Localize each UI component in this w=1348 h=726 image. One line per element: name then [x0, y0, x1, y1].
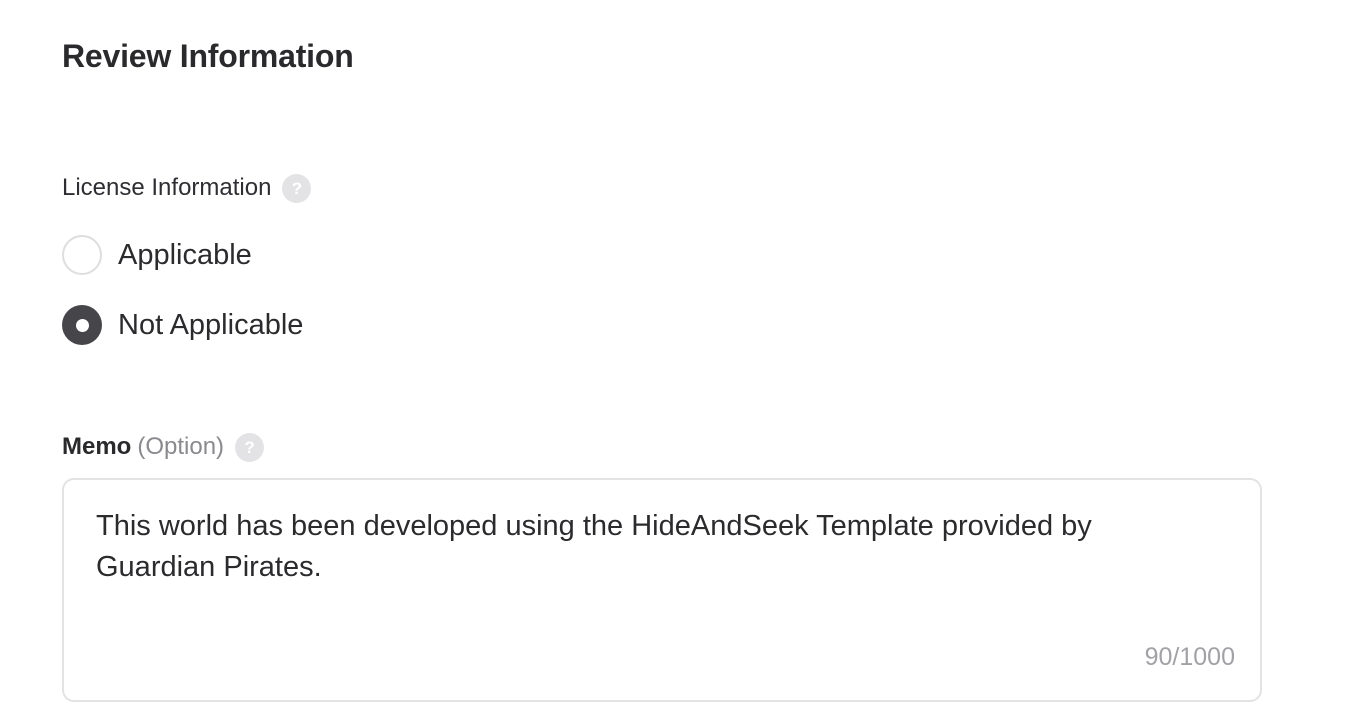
page-title: Review Information	[62, 38, 354, 74]
radio-button-applicable[interactable]	[62, 235, 102, 275]
question-mark-icon[interactable]: ?	[235, 432, 265, 462]
radio-applicable[interactable]: Applicable	[62, 235, 252, 275]
radio-label-not-applicable: Not Applicable	[118, 309, 304, 341]
question-mark-icon[interactable]: ?	[282, 173, 312, 203]
license-information-label: License Information ?	[62, 172, 312, 204]
memo-field[interactable]: This world has been developed using the …	[62, 478, 1262, 702]
memo-label-text: Memo	[62, 433, 132, 460]
radio-button-not-applicable[interactable]	[62, 305, 102, 345]
memo-label: Memo (Option) ?	[62, 431, 265, 463]
radio-not-applicable[interactable]: Not Applicable	[62, 305, 303, 345]
memo-optional-label: (Option)	[137, 433, 225, 460]
character-counter: 90/1000	[1144, 643, 1235, 671]
radio-label-applicable: Applicable	[118, 239, 252, 271]
license-information-label-text: License Information	[62, 174, 272, 201]
memo-textarea[interactable]: This world has been developed using the …	[96, 506, 1206, 626]
